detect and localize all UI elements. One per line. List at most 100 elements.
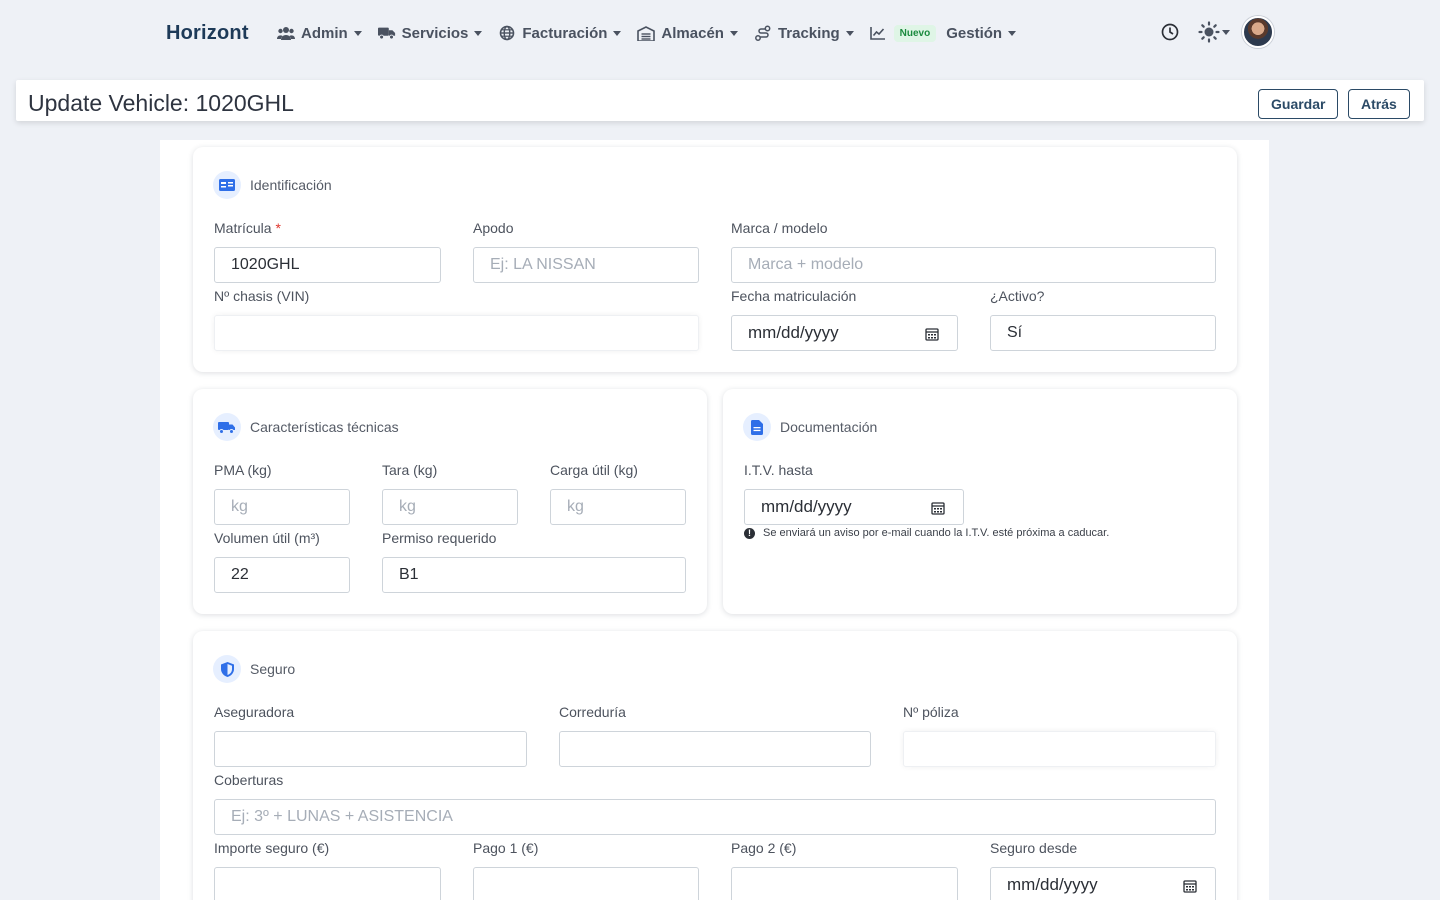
tara-label: Tara (kg) [382, 462, 438, 478]
route-icon [754, 24, 772, 42]
menu-tracking[interactable]: Tracking [754, 24, 854, 42]
card-title: Documentación [780, 419, 878, 435]
correduria-input[interactable] [559, 731, 871, 767]
permiso-select[interactable] [382, 557, 686, 593]
itv-label: I.T.V. hasta [744, 462, 813, 478]
date-placeholder: mm/dd/yyyy [1007, 875, 1098, 894]
permiso-label: Permiso requerido [382, 530, 497, 546]
menu-servicios[interactable]: Servicios [377, 24, 483, 42]
calendar-icon[interactable] [1183, 878, 1197, 898]
activo-label: ¿Activo? [990, 288, 1045, 304]
chasis-input[interactable] [214, 315, 699, 351]
pago2-input[interactable] [731, 867, 958, 900]
card-header: Seguro [213, 655, 295, 683]
top-navbar: Horizont Admin Servicios Facturación Alm… [0, 0, 1440, 68]
card-identificacion: Identificación Matrícula * Apodo Marca /… [193, 147, 1237, 372]
volumen-label: Volumen útil (m³) [214, 530, 320, 546]
carga-input[interactable] [550, 489, 686, 525]
correduria-label: Correduría [559, 704, 626, 720]
apodo-label: Apodo [473, 220, 514, 236]
importe-label: Importe seguro (€) [214, 840, 330, 856]
poliza-input[interactable] [903, 731, 1216, 767]
date-placeholder: mm/dd/yyyy [748, 323, 839, 342]
card-title: Seguro [250, 661, 296, 677]
date-placeholder: mm/dd/yyyy [761, 497, 852, 516]
importe-input[interactable] [214, 867, 441, 900]
nav-right-tools [1160, 16, 1274, 48]
user-avatar[interactable] [1242, 16, 1274, 48]
card-seguro: Seguro Aseguradora Correduría Nº póliza … [193, 631, 1237, 900]
chevron-down-icon [353, 30, 362, 36]
pma-label: PMA (kg) [214, 462, 272, 478]
globe-icon [498, 24, 516, 42]
fecha-matriculacion-input[interactable]: mm/dd/yyyy [731, 315, 958, 351]
menu-almacen[interactable]: Almacén [637, 24, 738, 42]
menu-facturacion-label: Facturación [522, 24, 608, 42]
chevron-down-icon [613, 30, 622, 36]
seguro-desde-input[interactable]: mm/dd/yyyy [990, 867, 1216, 900]
save-button[interactable]: Guardar [1258, 89, 1339, 119]
card-caracteristicas: Características técnicas PMA (kg) Tara (… [193, 389, 707, 614]
menu-admin-label: Admin [301, 24, 348, 42]
pago2-label: Pago 2 (€) [731, 840, 797, 856]
menu-servicios-label: Servicios [401, 24, 469, 42]
apodo-input[interactable] [473, 247, 699, 283]
activo-select[interactable] [990, 315, 1216, 351]
brand-logo[interactable]: Horizont [166, 22, 249, 45]
main-menu: Admin Servicios Facturación Almacén Trac… [277, 24, 1032, 42]
chevron-down-icon [845, 30, 854, 36]
volumen-input[interactable] [214, 557, 350, 593]
chasis-label: Nº chasis (VIN) [214, 288, 310, 304]
matricula-input[interactable] [214, 247, 441, 283]
card-header: Identificación [213, 171, 332, 199]
card-header: Documentación [743, 413, 877, 441]
new-badge: Nuevo [893, 24, 937, 42]
users-icon [277, 24, 295, 42]
matricula-label-text: Matrícula [214, 220, 272, 236]
tara-input[interactable] [382, 489, 518, 525]
itv-hint: ! Se enviará un aviso por e-mail cuando … [744, 527, 1109, 539]
pago1-label: Pago 1 (€) [473, 840, 539, 856]
menu-facturacion[interactable]: Facturación [498, 24, 622, 42]
coberturas-label: Coberturas [214, 772, 284, 788]
card-documentacion: Documentación I.T.V. hasta mm/dd/yyyy ! … [723, 389, 1237, 614]
menu-tracking-label: Tracking [777, 24, 840, 42]
aseguradora-input[interactable] [214, 731, 527, 767]
theme-toggle[interactable] [1198, 21, 1230, 43]
pma-input[interactable] [214, 489, 350, 525]
itv-date-input[interactable]: mm/dd/yyyy [744, 489, 964, 525]
menu-gestion[interactable]: Gestión [946, 24, 1017, 42]
calendar-icon[interactable] [931, 500, 945, 520]
truck-icon [377, 24, 396, 42]
shield-icon [213, 655, 241, 683]
card-title: Identificación [250, 177, 332, 193]
coberturas-input[interactable] [214, 799, 1216, 835]
page-title: Update Vehicle: 1020GHL [28, 90, 294, 116]
carga-label: Carga útil (kg) [550, 462, 638, 478]
seguro-desde-label: Seguro desde [990, 840, 1078, 856]
menu-almacen-label: Almacén [661, 24, 724, 42]
aseguradora-label: Aseguradora [214, 704, 295, 720]
chevron-down-icon [474, 30, 483, 36]
chevron-down-icon [1008, 30, 1017, 36]
chevron-down-icon [1222, 29, 1230, 35]
chart-line-icon[interactable] [869, 26, 886, 40]
page-header: Update Vehicle: 1020GHL Guardar Atrás [16, 80, 1424, 121]
required-marker: * [275, 220, 281, 236]
marca-label: Marca / modelo [731, 220, 828, 236]
back-button[interactable]: Atrás [1348, 89, 1410, 119]
clock-icon[interactable] [1160, 22, 1180, 42]
pago1-input[interactable] [473, 867, 699, 900]
marca-input[interactable] [731, 247, 1216, 283]
menu-admin[interactable]: Admin [277, 24, 362, 42]
sun-icon [1198, 21, 1220, 43]
fecha-matriculacion-label: Fecha matriculación [731, 288, 857, 304]
itv-hint-text: Se enviará un aviso por e-mail cuando la… [763, 527, 1110, 539]
menu-gestion-label: Gestión [946, 24, 1003, 42]
id-card-icon [213, 171, 241, 199]
document-icon [743, 413, 771, 441]
calendar-icon[interactable] [925, 326, 939, 346]
warehouse-icon [637, 24, 656, 42]
truck-icon [213, 413, 241, 441]
card-title: Características técnicas [250, 419, 399, 435]
